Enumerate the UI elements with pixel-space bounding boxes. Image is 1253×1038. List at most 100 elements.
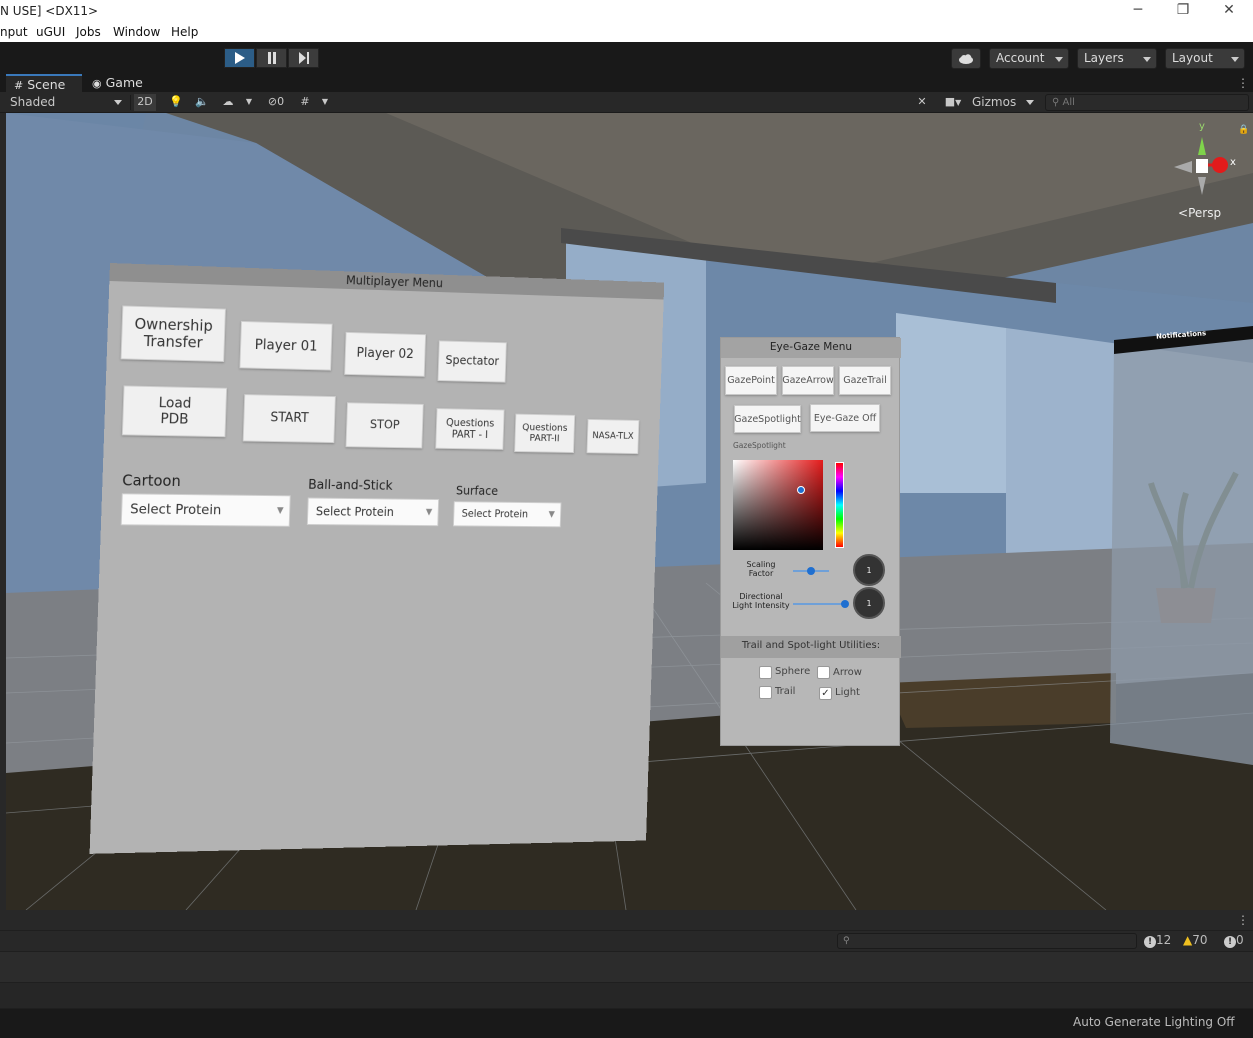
error-count: 12	[1156, 933, 1172, 947]
scaling-factor-slider[interactable]	[793, 567, 829, 575]
layers-label: Layers	[1084, 51, 1124, 65]
close-button[interactable]: ✕	[1219, 2, 1239, 20]
color-picker-handle[interactable]	[797, 486, 805, 494]
ball-and-stick-protein-dropdown[interactable]: Select Protein ▼	[306, 497, 440, 527]
eye-gaze-off-button[interactable]: Eye-Gaze Off	[810, 404, 880, 432]
info-icon: !	[1224, 936, 1236, 948]
menu-help[interactable]: Help	[171, 25, 198, 39]
light-checkbox[interactable]: ✓	[819, 687, 832, 700]
menu-bar: nput uGUI Jobs Window Help	[0, 22, 1253, 42]
chevron-down-icon: ▼	[955, 98, 962, 107]
surface-label: Surface	[455, 483, 499, 498]
warning-count: 70	[1192, 933, 1208, 947]
light-label: Light	[835, 687, 860, 698]
layout-label: Layout	[1172, 51, 1213, 65]
trail-checkbox[interactable]	[759, 686, 772, 699]
pause-button[interactable]	[256, 48, 287, 68]
audio-icon[interactable]: 🔈	[192, 94, 212, 111]
minimize-button[interactable]: ─	[1128, 2, 1148, 20]
search-icon: ⚲	[843, 936, 850, 946]
eye-gaze-menu-title: Eye-Gaze Menu	[721, 338, 901, 358]
spectator-button[interactable]: Spectator	[437, 340, 507, 383]
menu-input[interactable]: nput	[0, 25, 28, 39]
account-dropdown[interactable]: Account	[989, 48, 1069, 69]
layout-dropdown[interactable]: Layout	[1165, 48, 1245, 69]
load-pdb-button[interactable]: Load PDB	[121, 385, 228, 438]
cartoon-protein-dropdown[interactable]: Select Protein ▼	[120, 493, 291, 527]
stop-button[interactable]: STOP	[345, 402, 424, 449]
questions-part-1-button[interactable]: Questions PART - I	[435, 408, 505, 450]
start-button[interactable]: START	[242, 394, 336, 444]
play-button[interactable]	[224, 48, 255, 68]
hue-slider[interactable]	[835, 462, 844, 548]
grid-snap-icon[interactable]: #	[296, 94, 314, 111]
info-count-toggle[interactable]: ! 0	[1224, 933, 1244, 948]
more-options-icon[interactable]: ⋮	[1237, 913, 1249, 927]
player-01-button[interactable]: Player 01	[239, 320, 333, 371]
chevron-down-icon[interactable]: ▼	[318, 94, 332, 111]
scene-viewport[interactable]: Multiplayer Menu Ownership Transfer Play…	[6, 113, 1253, 910]
lighting-status[interactable]: Auto Generate Lighting Off	[1073, 1015, 1235, 1029]
gaze-point-button[interactable]: GazePoint	[725, 366, 777, 395]
console-search-input[interactable]: ⚲	[837, 933, 1137, 949]
maximize-button[interactable]: ❐	[1173, 2, 1193, 20]
ownership-transfer-button[interactable]: Ownership Transfer	[120, 305, 226, 362]
2d-toggle[interactable]: 2D	[134, 94, 156, 111]
lock-icon[interactable]: 🔒	[1238, 125, 1249, 135]
layers-dropdown[interactable]: Layers	[1077, 48, 1157, 69]
warning-icon: ▲	[1183, 933, 1193, 947]
chevron-left-icon: <	[1178, 206, 1189, 220]
divider	[130, 95, 131, 110]
more-options-icon[interactable]: ⋮	[1237, 76, 1249, 90]
questions-part-2-button[interactable]: Questions PART-II	[514, 413, 576, 453]
tools-icon[interactable]: ✕	[912, 94, 932, 111]
color-picker-sv[interactable]	[733, 460, 823, 550]
chevron-down-icon: ▼	[548, 509, 555, 520]
scene-search-input[interactable]: ⚲ All	[1045, 94, 1249, 111]
tab-scene[interactable]: # Scene	[6, 74, 82, 93]
orientation-gizmo[interactable]: y x 🔒 <Persp	[1166, 121, 1250, 226]
account-label: Account	[996, 51, 1045, 65]
console-row	[0, 951, 1253, 982]
camera-dropdown[interactable]: ■▼	[938, 94, 968, 111]
shading-mode-dropdown[interactable]: Shaded	[6, 94, 128, 111]
cloud-icon	[959, 53, 973, 64]
chevron-down-icon[interactable]: ▼	[242, 94, 256, 111]
scaling-slider-handle[interactable]	[807, 567, 815, 575]
arrow-checkbox[interactable]	[817, 666, 830, 679]
tab-scene-label: Scene	[27, 77, 66, 92]
player-02-button[interactable]: Player 02	[344, 331, 427, 377]
ball-and-stick-protein-value: Select Protein	[315, 504, 395, 519]
scaling-factor-label: Scaling Factor	[746, 560, 776, 578]
chevron-down-icon	[1055, 57, 1063, 62]
gaze-arrow-button[interactable]: GazeArrow	[782, 366, 834, 395]
menu-jobs[interactable]: Jobs	[76, 25, 101, 39]
error-icon: !	[1144, 936, 1156, 948]
multiplayer-menu-panel: Multiplayer Menu Ownership Transfer Play…	[89, 263, 665, 854]
gizmos-dropdown[interactable]: Gizmos	[972, 94, 1038, 111]
light-slider-handle[interactable]	[841, 600, 849, 608]
lighting-icon[interactable]: 💡	[166, 94, 186, 111]
perspective-label: Persp	[1188, 206, 1222, 220]
tab-game[interactable]: ◉ Game	[84, 74, 154, 93]
eye-gaze-menu-panel: Eye-Gaze Menu GazePoint GazeArrow GazeTr…	[720, 337, 901, 746]
error-count-toggle[interactable]: ! 12	[1144, 933, 1171, 948]
gaze-spotlight-button[interactable]: GazeSpotlight	[734, 405, 801, 433]
nasa-tlx-button[interactable]: NASA-TLX	[586, 418, 640, 455]
warning-count-toggle[interactable]: ▲70	[1183, 933, 1208, 947]
light-intensity-label: Directional Light Intensity	[732, 592, 790, 610]
surface-protein-dropdown[interactable]: Select Protein ▼	[452, 501, 562, 528]
status-bar: Auto Generate Lighting Off	[0, 1008, 1253, 1038]
menu-window[interactable]: Window	[113, 25, 160, 39]
gaze-trail-button[interactable]: GazeTrail	[839, 366, 891, 395]
hidden-objects-toggle[interactable]: ⊘0	[262, 94, 290, 111]
effects-icon[interactable]: ☁	[218, 94, 238, 111]
light-intensity-slider[interactable]	[793, 600, 849, 608]
step-button[interactable]	[288, 48, 319, 68]
perspective-toggle[interactable]: <Persp	[1178, 206, 1221, 220]
console-panel: ⋮ ⚲ ! 12 ▲70 ! 0 Auto Generate Lighting Of…	[0, 910, 1253, 1038]
grid-icon: #	[14, 79, 24, 92]
menu-ugui[interactable]: uGUI	[36, 25, 65, 39]
sphere-checkbox[interactable]	[759, 666, 772, 679]
cloud-button[interactable]	[951, 48, 981, 69]
